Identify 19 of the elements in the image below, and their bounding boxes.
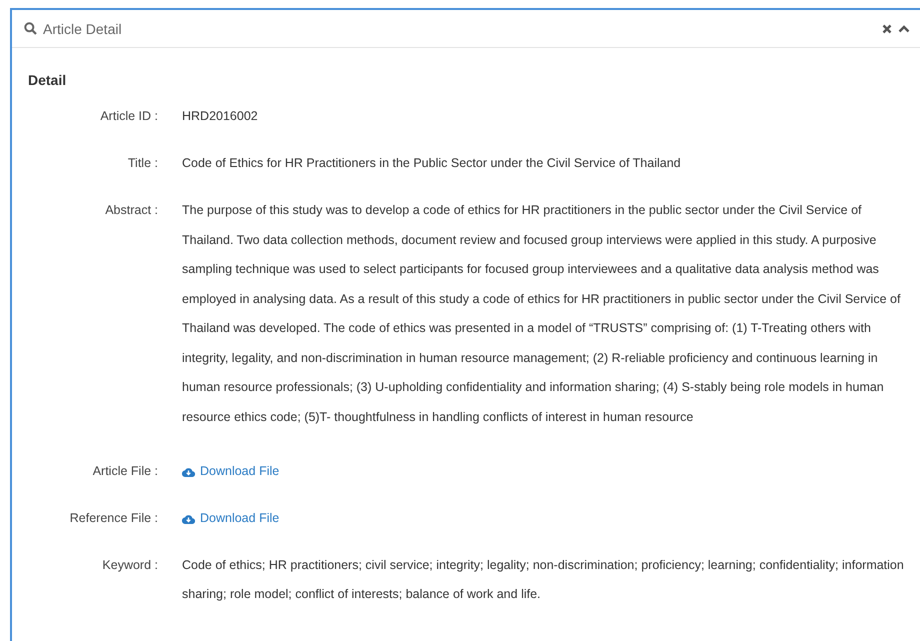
field-value: Code of Ethics for HR Practitioners in the Public Sector under the Civil Service of Thailand [182,155,682,172]
abstract-text: The purpose of this study was to develop a code of ethics for HR practitioners in the public sector under the Civil Service of Thailand. Two data collection methods, document review and focused group interviews were applied in this study. A purposive sampling technique was used to select participants for focused group interviewees and a qualitative data analysis method was employed in analysing data. As a result of this study a code of ethics for HR practitioners in public sector under the Civil Service of Thailand was developed. The code of ethics was presented in a model of “TRUSTS” comprising of: (1) T-Treating others with integrity, legality, and non-discrimination in human resource management; (2) R-reliable proficiency and continuous learning in human resource professionals; (3) U-upholding confidentiality and information sharing; (4) S-stably being role models in human resource ethics code; (5)T- thoughtfulness in handling conflicts of interest in human resource [182,202,902,426]
field-label: Article ID : [99,108,158,125]
field-label: Title : [126,155,158,172]
search-icon [24,22,37,35]
cloud-download-icon [182,514,195,524]
field-value: Code of ethics; HR practitioners; civil service; integrity; legality; non-discrimination; proficiency; learning; confidentiality; information sharing; role model; conflict of interests; balance of work and life. [182,557,905,603]
field-value: HRD2016002 [182,108,259,125]
close-button[interactable] [882,24,892,34]
section-title: Detail [28,72,68,88]
field-label: Keyword : [101,557,158,574]
panel-title: Article Detail [43,20,123,36]
field-label: Abstract : [104,202,158,219]
field-label: Reference File : [68,510,158,527]
download-link[interactable]: Download File [182,457,280,486]
field-label: Article File : [92,463,158,480]
download-link[interactable]: Download File [182,504,280,533]
cloud-download-icon [182,466,195,476]
collapse-button[interactable] [898,24,910,32]
